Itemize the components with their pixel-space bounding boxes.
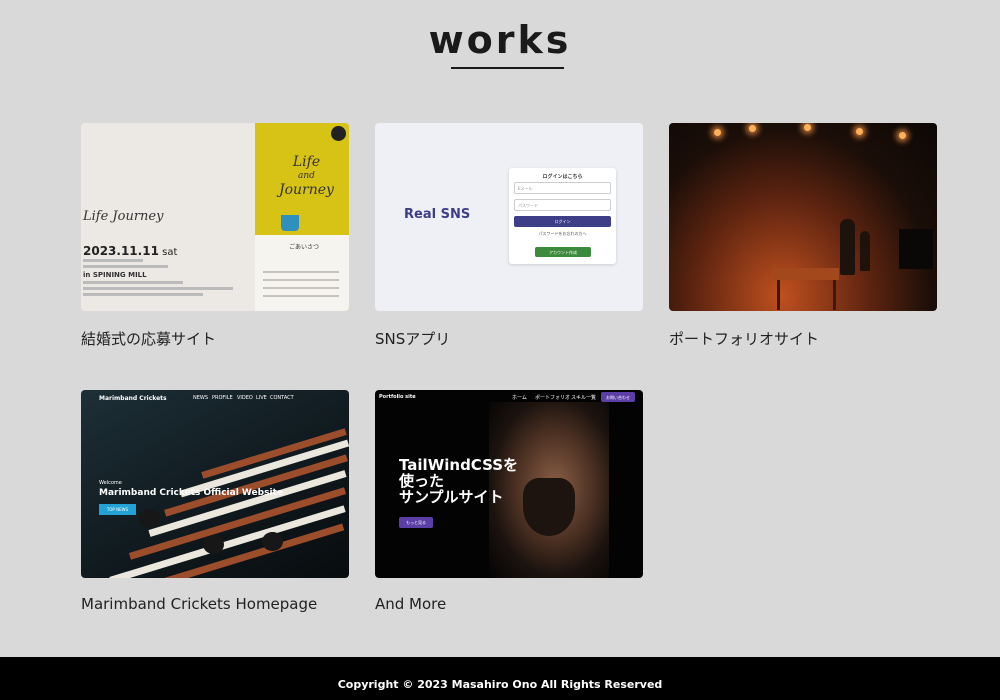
sns-create-account-button: アカウント作成 xyxy=(535,247,591,257)
work-thumbnail-wedding[interactable]: Life Journey 2023.11.11 sat in SPINING M… xyxy=(81,123,349,311)
wedding-cover-title-life: Life xyxy=(292,154,321,170)
wedding-location: in SPINING MILL xyxy=(83,271,147,279)
wedding-greeting: ごあいさつ xyxy=(288,244,319,251)
wedding-detail-line xyxy=(83,281,183,284)
work-thumbnail-portfolio[interactable] xyxy=(669,123,937,311)
stage-light xyxy=(899,132,906,139)
tailwind-brand: Portfolio site xyxy=(379,394,416,400)
wedding-badge-icon xyxy=(331,126,346,141)
tailwind-heading-line-3: サンプルサイト xyxy=(399,488,504,506)
work-label[interactable]: And More xyxy=(375,595,643,613)
wedding-detail-line xyxy=(83,293,203,296)
wedding-greeting-text-line xyxy=(263,295,339,297)
tailwind-nav-home: ホーム xyxy=(512,395,527,401)
mallet-head xyxy=(262,532,283,551)
mallet-head xyxy=(203,535,224,554)
marimba-leg xyxy=(833,280,836,310)
piano-shape xyxy=(899,229,933,269)
wedding-teacup-icon xyxy=(281,215,299,231)
work-card-portfolio[interactable]: ポートフォリオサイト xyxy=(669,123,937,349)
wedding-greeting-text-line xyxy=(263,279,339,281)
wedding-cover-title: Life and Journey xyxy=(279,153,334,199)
marimband-heading: Marimband Crickets Official Website xyxy=(99,488,283,498)
marimband-nav-news: NEWS xyxy=(193,395,209,401)
work-card-more[interactable]: Portfolio site ホーム ポートフォリオ スキル一覧 お問い合わせ … xyxy=(375,390,643,613)
sns-forgot-link: パスワードをお忘れの方へ xyxy=(538,231,587,236)
marimband-top-news-button: TOP NEWS xyxy=(99,504,136,515)
marimband-nav-live: LIVE xyxy=(256,395,267,401)
marimband-nav-contact: CONTACT xyxy=(270,395,294,401)
tailwind-heading: TailWindCSSを 使った サンプルサイト xyxy=(399,457,518,505)
wedding-date-main: 2023.11.11 xyxy=(83,244,159,258)
wedding-greeting-text-line xyxy=(263,271,339,273)
marimba-leg xyxy=(777,280,780,310)
stage-light xyxy=(856,128,863,135)
copyright-text: Copyright © 2023 Masahiro Ono All Rights… xyxy=(337,678,663,691)
tailwind-heading-line-2: 使った xyxy=(399,472,445,490)
work-card-sns[interactable]: Real SNS ログインはこちら Eメール パスワード ログイン パスワードを… xyxy=(375,123,643,349)
tailwind-nav-portfolio: ポートフォリオ xyxy=(535,395,571,401)
work-label[interactable]: ポートフォリオサイト xyxy=(669,328,937,349)
sns-panel-title: ログインはこちら xyxy=(542,174,583,180)
performer-shape xyxy=(840,219,855,275)
work-label[interactable]: 結婚式の応募サイト xyxy=(81,328,349,349)
wedding-detail-line xyxy=(83,287,233,290)
wedding-logo: Life Journey xyxy=(83,209,164,224)
mallet-head xyxy=(139,509,160,528)
work-card-marimband[interactable]: Marimband Crickets NEWS PROFILE VIDEO LI… xyxy=(81,390,349,613)
work-thumbnail-marimband[interactable]: Marimband Crickets NEWS PROFILE VIDEO LI… xyxy=(81,390,349,578)
wedding-time-line xyxy=(83,259,143,262)
tailwind-more-button: もっと見る xyxy=(399,517,433,528)
wedding-greeting-text-line xyxy=(263,287,339,289)
sns-logo: Real SNS xyxy=(404,207,471,222)
tailwind-contact-button: お問い合わせ xyxy=(601,392,635,402)
work-thumbnail-sns[interactable]: Real SNS ログインはこちら Eメール パスワード ログイン パスワードを… xyxy=(375,123,643,311)
work-label[interactable]: Marimband Crickets Homepage xyxy=(81,595,349,613)
title-underline xyxy=(451,67,564,69)
marimband-brand: Marimband Crickets xyxy=(99,395,167,402)
work-label[interactable]: SNSアプリ xyxy=(375,328,643,349)
stage-light xyxy=(804,124,811,131)
work-thumbnail-tailwind[interactable]: Portfolio site ホーム ポートフォリオ スキル一覧 お問い合わせ … xyxy=(375,390,643,578)
marimba-shape xyxy=(773,268,839,280)
marimband-nav-profile: PROFILE xyxy=(212,395,233,401)
concert-stage-photo xyxy=(669,123,937,311)
portrait-beard xyxy=(523,478,575,536)
sns-email-field: Eメール xyxy=(514,182,611,194)
sns-password-field: パスワード xyxy=(514,199,611,211)
tailwind-nav-skills: スキル一覧 xyxy=(571,395,597,401)
stage-light xyxy=(714,129,721,136)
performer-shape xyxy=(860,231,870,271)
wedding-note-line xyxy=(83,265,168,268)
marimband-nav-video: VIDEO xyxy=(237,395,253,401)
footer: Copyright © 2023 Masahiro Ono All Rights… xyxy=(0,657,1000,700)
marimband-welcome: Welcome xyxy=(99,480,122,486)
wedding-date-day: sat xyxy=(162,247,178,258)
wedding-date: 2023.11.11 sat xyxy=(83,244,177,258)
work-card-wedding[interactable]: Life Journey 2023.11.11 sat in SPINING M… xyxy=(81,123,349,349)
tailwind-heading-line-1: TailWindCSSを xyxy=(399,456,519,474)
stage-light xyxy=(749,125,756,132)
sns-login-panel: ログインはこちら Eメール パスワード ログイン パスワードをお忘れの方へ アカ… xyxy=(509,168,616,264)
wedding-cover-title-and: and xyxy=(298,171,315,181)
wedding-cover-title-journey: Journey xyxy=(279,182,334,198)
page-title: works xyxy=(428,18,572,62)
sns-login-button: ログイン xyxy=(514,216,611,227)
